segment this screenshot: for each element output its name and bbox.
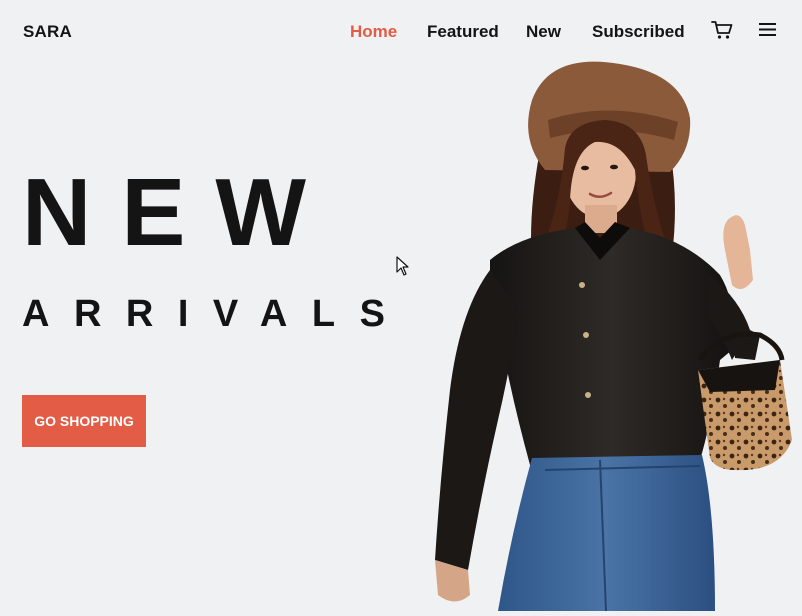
nav-subscribed[interactable]: Subscribed (592, 22, 685, 42)
mouse-cursor-icon (396, 256, 410, 281)
cart-icon[interactable] (711, 20, 733, 45)
nav-new[interactable]: New (526, 22, 561, 42)
hamburger-menu-icon[interactable] (759, 22, 776, 42)
hero-headline-new: NEW (22, 159, 336, 266)
hero-model-image (420, 60, 802, 612)
go-shopping-button[interactable]: GO SHOPPING (22, 395, 146, 447)
nav-featured[interactable]: Featured (427, 22, 499, 42)
nav-home[interactable]: Home (350, 22, 397, 42)
main-nav: Home Featured New Subscribed (0, 22, 802, 44)
hero-headline-arrivals: ARRIVALS (22, 293, 410, 335)
